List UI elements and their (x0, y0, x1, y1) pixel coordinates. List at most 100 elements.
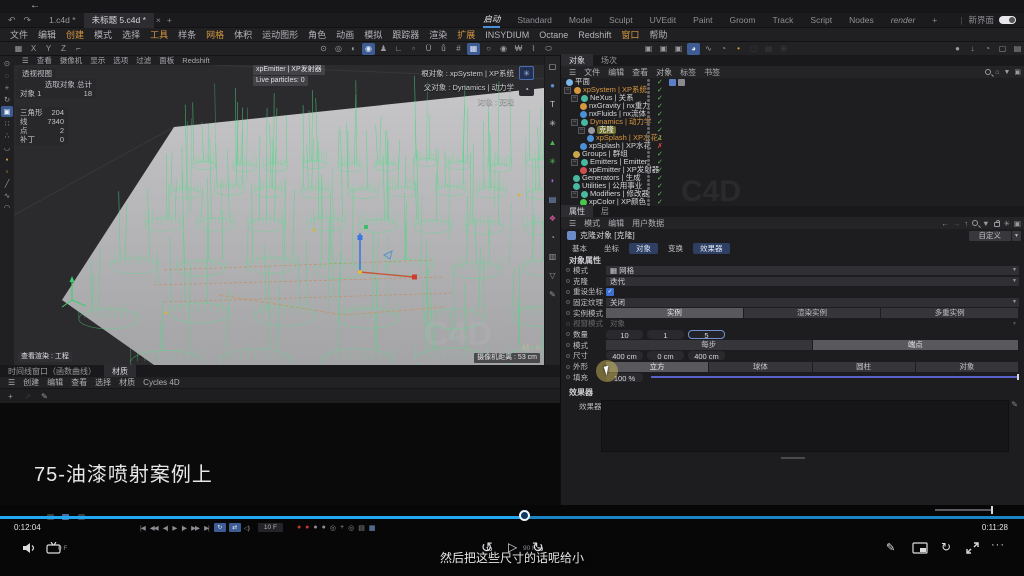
enabled-check-icon[interactable]: ✓ (657, 182, 663, 190)
pen-icon[interactable]: ╱ (1, 178, 13, 189)
up-icon[interactable]: ↑ (964, 219, 968, 228)
enabled-check-icon[interactable]: ✓ (657, 102, 663, 110)
mirror-icon[interactable]: ⌇ (527, 43, 540, 55)
visibility-dots[interactable] (647, 199, 650, 206)
axis-lock-icon[interactable]: ∷ (1, 118, 13, 129)
enabled-check-icon[interactable]: ✓ (657, 86, 663, 94)
menu-burger-icon[interactable]: ☰ (569, 68, 576, 77)
expander-icon[interactable]: − (578, 127, 585, 134)
segment-每步[interactable]: 每步 (606, 340, 812, 350)
expander-icon[interactable]: − (571, 191, 578, 198)
attr-tab-基本[interactable]: 基本 (565, 243, 594, 254)
tag-icon[interactable] (678, 79, 685, 86)
anim-dot-icon[interactable] (566, 375, 570, 379)
visibility-dots[interactable] (647, 87, 650, 94)
viewport-menu-Redshift[interactable]: Redshift (182, 56, 210, 65)
menu-模式[interactable]: 模式 (94, 28, 112, 41)
panel-icon[interactable]: ▣ (1014, 219, 1021, 228)
clock-icon[interactable]: ◔ (547, 231, 559, 243)
segment-多重实例[interactable]: 多重实例 (881, 308, 1018, 318)
filter-icon[interactable]: ▼ (1003, 69, 1010, 76)
dot-icon[interactable]: ● (951, 43, 964, 55)
current-frame-field[interactable]: 10 F (258, 523, 283, 532)
new-ui-toggle[interactable] (999, 16, 1016, 24)
workspace-tab-启动[interactable]: 启动 (483, 13, 500, 28)
anim-dot-icon[interactable] (566, 279, 570, 283)
materials-tab-材质[interactable]: 材质 (104, 365, 136, 377)
segment-端点[interactable]: 端点 (813, 340, 1019, 350)
menu-burger-icon[interactable]: ☰ (22, 56, 29, 65)
add-material-icon[interactable]: + (4, 390, 17, 402)
menu-选择[interactable]: 选择 (122, 28, 140, 41)
forward-icon[interactable]: → (953, 219, 961, 228)
filter-icon[interactable]: ▼ (982, 219, 989, 228)
visibility-dots[interactable] (647, 103, 650, 110)
materials-menu-查看[interactable]: 查看 (71, 377, 87, 388)
number-field[interactable]: 400 cm (688, 351, 725, 360)
attribute-menu-编辑[interactable]: 编辑 (608, 218, 624, 229)
volume-icon[interactable]: ◗ (547, 174, 559, 186)
workspace-tab-Paint[interactable]: Paint (693, 15, 712, 25)
box-icon[interactable]: ▢ (996, 43, 1009, 55)
coord-system-icon[interactable]: ⊙ (317, 43, 330, 55)
cube-primitive-icon[interactable]: ▢ (547, 60, 559, 72)
menu-Octane[interactable]: Octane (539, 30, 568, 40)
snap-key-icon[interactable]: ▦ (369, 524, 376, 532)
visibility-dots[interactable] (647, 143, 650, 150)
segment-实例[interactable]: 实例 (606, 308, 743, 318)
object-menu-标签[interactable]: 标签 (680, 67, 696, 78)
menu-burger-icon[interactable]: ☰ (8, 378, 15, 387)
tree-item[interactable]: −Dynamics | 动力学✓ (561, 118, 1024, 126)
number-field[interactable]: 0 cm (647, 351, 684, 360)
number-field[interactable]: 1 (647, 330, 684, 339)
segment-立方[interactable]: 立方 (606, 362, 708, 372)
expander-icon[interactable]: − (571, 95, 578, 102)
segment-圆柱[interactable]: 圆柱 (813, 362, 915, 372)
attr-tab-变换[interactable]: 变换 (661, 243, 690, 254)
back-icon[interactable]: ← (941, 219, 949, 228)
enabled-check-icon[interactable]: ✓ (657, 166, 663, 174)
sphere-primitive-icon[interactable]: ● (547, 79, 559, 91)
prev-frame-icon[interactable]: ◀| (163, 524, 168, 532)
prev-key-icon[interactable]: ◀◀ (150, 524, 158, 532)
visibility-dots[interactable] (647, 191, 650, 198)
circle-icon[interactable]: ○ (482, 43, 495, 55)
anim-dot-icon[interactable] (566, 322, 570, 326)
selection-icon[interactable]: ◌ (1, 70, 13, 81)
effectors-list[interactable] (601, 400, 1009, 452)
anim-dot-icon[interactable] (566, 332, 570, 336)
grid-snap-icon[interactable]: ▦ (467, 43, 480, 55)
tile-icon[interactable]: ▫ (407, 43, 420, 55)
visibility-dots[interactable] (647, 175, 650, 182)
mograph-icon[interactable]: ✳ (547, 117, 559, 129)
enabled-check-icon[interactable]: ✓ (657, 110, 663, 118)
panel-resize-handle[interactable] (781, 457, 805, 459)
workspace-tab-Sculpt[interactable]: Sculpt (609, 15, 633, 25)
object-manager-tab-场次[interactable]: 场次 (593, 54, 625, 66)
viewport-canvas[interactable]: 透视视图 选取对象 总计 对象 118 三角形204线7340点2补丁0 xpE… (14, 65, 544, 365)
field-icon[interactable]: ✳ (547, 155, 559, 167)
key-pla-icon[interactable]: ◎ (348, 524, 354, 532)
enabled-check-icon[interactable]: ✓ (657, 198, 663, 206)
funnel-icon[interactable]: ▽ (547, 269, 559, 281)
doc-key-icon[interactable]: ▤ (358, 524, 365, 532)
dropdown-field[interactable]: 关闭▼ (606, 298, 1019, 307)
video-progress-bar[interactable] (0, 516, 1024, 519)
object-menu-编辑[interactable]: 编辑 (608, 67, 624, 78)
enabled-check-icon[interactable]: ✓ (657, 174, 663, 182)
enabled-check-icon[interactable]: ✓ (657, 134, 663, 142)
enabled-check-icon[interactable]: ✗ (657, 142, 663, 150)
attr-tab-对象[interactable]: 对象 (629, 243, 658, 254)
home-icon[interactable]: ⌂ (995, 69, 999, 76)
anim-dot-icon[interactable] (566, 268, 570, 272)
next-frame-icon[interactable]: |▶ (181, 524, 186, 532)
menu-窗口[interactable]: 窗口 (621, 28, 639, 41)
workspace-tab-render[interactable]: render (891, 15, 916, 25)
menu-网格[interactable]: 网格 (206, 28, 224, 41)
target-icon[interactable]: ◉ (497, 43, 510, 55)
clock-object-icon[interactable]: ◔ (519, 82, 534, 96)
segment-对象[interactable]: 对象 (916, 362, 1018, 372)
menu-样条[interactable]: 样条 (178, 28, 196, 41)
tree-icon[interactable]: ▲ (547, 136, 559, 148)
add-workspace-icon[interactable]: + (932, 15, 937, 25)
